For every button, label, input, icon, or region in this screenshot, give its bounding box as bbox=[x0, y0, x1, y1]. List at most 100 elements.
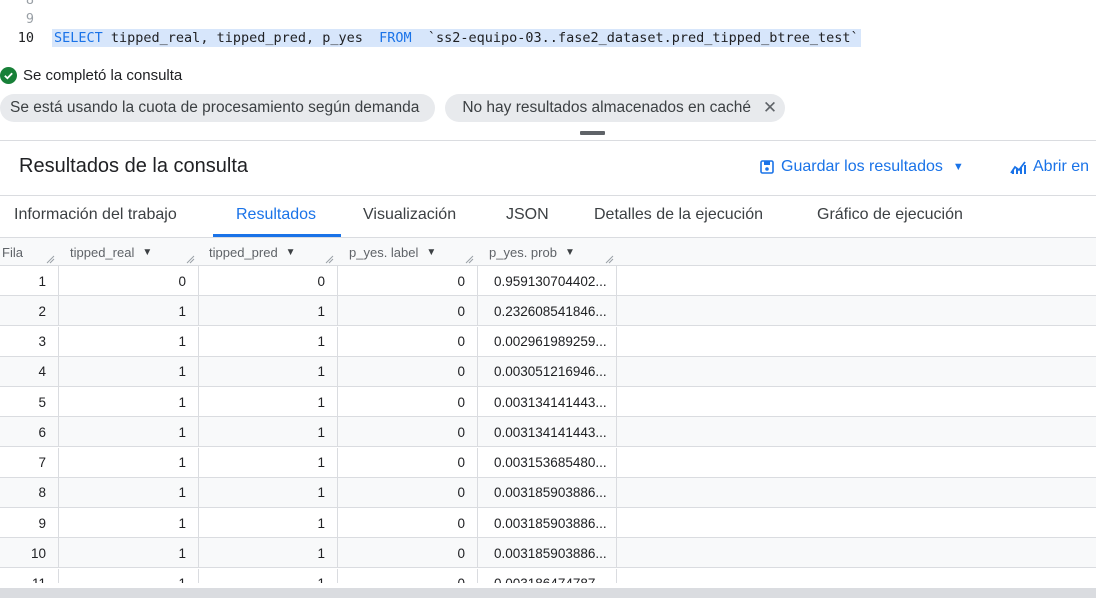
table-cell: 1 bbox=[58, 387, 198, 417]
table-cell: 0 bbox=[337, 568, 477, 583]
open-in-label: Abrir en bbox=[1033, 158, 1090, 175]
column-resize-icon[interactable] bbox=[465, 255, 474, 264]
tab-execution-details[interactable]: Detalles de la ejecución bbox=[594, 206, 763, 224]
column-header-row[interactable]: Fila bbox=[0, 238, 58, 266]
tab-results[interactable]: Resultados bbox=[236, 206, 316, 224]
sql-columns: tipped_real, tipped_pred, p_yes bbox=[102, 30, 380, 46]
table-cell: 1 bbox=[58, 356, 198, 387]
table-cell: 1 bbox=[58, 417, 198, 448]
table-cell: 0.003134141443... bbox=[477, 387, 617, 417]
quota-chip-label: Se está usando la cuota de procesamiento… bbox=[10, 99, 420, 116]
table-cell: 1 bbox=[58, 508, 198, 538]
tab-job-info[interactable]: Información del trabajo bbox=[14, 206, 177, 224]
table-row[interactable]: 111100.003186474787... bbox=[0, 568, 1096, 583]
table-cell: 3 bbox=[38, 334, 46, 349]
sql-query-text[interactable]: SELECT tipped_real, tipped_pred, p_yes F… bbox=[52, 29, 861, 47]
tab-visualization[interactable]: Visualización bbox=[363, 206, 456, 224]
column-resize-icon[interactable] bbox=[325, 255, 334, 264]
column-header-label: p_yes. label bbox=[349, 244, 419, 260]
column-header-label: tipped_real bbox=[70, 244, 135, 260]
sql-keyword: SELECT bbox=[54, 30, 103, 46]
table-cell: 1 bbox=[198, 447, 337, 478]
quota-chip: Se está usando la cuota de procesamiento… bbox=[0, 94, 436, 122]
sort-caret-icon[interactable]: ▼ bbox=[565, 247, 575, 258]
query-status: Se completó la consulta bbox=[0, 64, 182, 86]
table-cell: 4 bbox=[38, 364, 46, 380]
table-cell: 1 bbox=[198, 326, 337, 357]
table-cell: 0 bbox=[337, 356, 477, 387]
table-cell: 2 bbox=[38, 303, 46, 319]
info-chips: Se está usando la cuota de procesamiento… bbox=[0, 94, 785, 122]
bigquery-page: 8 9 10 SELECT tipped_real, tipped_pred, … bbox=[0, 0, 1096, 598]
table-header: Fila tipped_real ▼ tipped_pred ▼ p_yes. la… bbox=[0, 237, 1096, 266]
table-row[interactable]: 3 1 1 0 0.002961989259... bbox=[0, 326, 1096, 357]
table-cell: 1 bbox=[198, 356, 337, 387]
chevron-down-icon: ▼ bbox=[952, 161, 964, 173]
code-line-selected: 10 SELECT tipped_real, tipped_pred, p_ye… bbox=[0, 29, 1096, 47]
column-header-tipped-pred[interactable]: tipped_pred ▼ bbox=[198, 238, 337, 266]
column-resize-icon[interactable] bbox=[186, 255, 195, 264]
table-row[interactable]: 8 1 1 0 0.003185903886... bbox=[0, 477, 1096, 508]
table-row[interactable]: 1 0 0 0 0.959130704402... bbox=[0, 266, 1096, 297]
table-cell: 0.959130704402... bbox=[477, 266, 617, 296]
table-cell: 1 bbox=[198, 477, 337, 508]
line-number: 8 bbox=[25, 0, 34, 8]
sql-editor[interactable]: 8 9 10 SELECT tipped_real, tipped_pred, … bbox=[0, 0, 1096, 58]
table-row[interactable]: 2 1 1 0 0.232608541846... bbox=[0, 296, 1096, 327]
table-cell: 1 bbox=[198, 387, 337, 417]
column-header-p-yes-prob[interactable]: p_yes. prob ▼ bbox=[477, 238, 617, 266]
cache-chip: No hay resultados almacenados en caché ✕ bbox=[445, 94, 785, 122]
cache-chip-label: No hay resultados almacenados en caché bbox=[462, 99, 751, 116]
table-row[interactable]: 10 1 1 0 0.003185903886... bbox=[0, 538, 1096, 569]
sql-keyword: FROM bbox=[379, 30, 412, 46]
sql-table-ref: `ss2-equipo-03..fase2_dataset.pred_tippe… bbox=[411, 30, 859, 46]
horizontal-scrollbar[interactable] bbox=[0, 588, 1096, 598]
open-in-button[interactable]: Abrir en bbox=[1010, 158, 1089, 176]
save-results-button[interactable]: Guardar los resultados ▼ bbox=[759, 158, 964, 176]
table-cell: 0 bbox=[337, 417, 477, 448]
divider bbox=[0, 140, 1096, 141]
table-cell: 1 bbox=[58, 477, 198, 508]
table-row[interactable]: 6 1 1 0 0.003134141443... bbox=[0, 417, 1096, 448]
column-resize-icon[interactable] bbox=[46, 255, 55, 264]
table-cell: 0 bbox=[198, 266, 337, 296]
sort-caret-icon[interactable]: ▼ bbox=[142, 247, 152, 258]
code-line: 9 bbox=[0, 10, 1096, 28]
column-resize-icon[interactable] bbox=[605, 255, 614, 264]
resize-handle[interactable] bbox=[580, 131, 605, 135]
status-text: Se completó la consulta bbox=[23, 66, 183, 84]
table-cell: 0 bbox=[337, 266, 477, 296]
column-header-tipped-real[interactable]: tipped_real ▼ bbox=[58, 238, 198, 266]
column-header-label: tipped_pred bbox=[209, 244, 278, 260]
table-cell: 0.003185903886... bbox=[477, 477, 617, 508]
tab-execution-graph[interactable]: Gráfico de ejecución bbox=[817, 206, 963, 224]
table-cell: 1 bbox=[198, 538, 337, 569]
results-table: Fila tipped_real ▼ tipped_pred ▼ p_yes. la… bbox=[0, 237, 1096, 583]
table-row[interactable]: 7 1 1 0 0.003153685480... bbox=[0, 447, 1096, 478]
close-icon[interactable]: ✕ bbox=[761, 98, 779, 117]
table-cell: 1 bbox=[58, 326, 198, 357]
line-number: 10 bbox=[17, 30, 34, 46]
table-cell: 1 bbox=[198, 417, 337, 448]
table-cell: 0 bbox=[337, 538, 477, 569]
table-cell: 1 bbox=[58, 296, 198, 327]
code-line: 8 bbox=[0, 0, 1096, 9]
table-row[interactable]: 4 1 1 0 0.003051216946... bbox=[0, 356, 1096, 387]
table-cell: 1 bbox=[198, 568, 337, 583]
sort-caret-icon[interactable]: ▼ bbox=[426, 247, 436, 258]
divider bbox=[0, 195, 1096, 196]
table-cell: 5 bbox=[38, 394, 46, 410]
line-number: 9 bbox=[25, 11, 34, 27]
tab-json[interactable]: JSON bbox=[506, 206, 549, 224]
table-cell: 8 bbox=[38, 485, 46, 501]
table-row[interactable]: 9 1 1 0 0.003185903886... bbox=[0, 508, 1096, 539]
column-header-label: Fila bbox=[2, 244, 23, 260]
table-cell: 0 bbox=[337, 477, 477, 508]
table-cell: 0 bbox=[337, 326, 477, 357]
results-title: Resultados de la consulta bbox=[19, 155, 249, 177]
column-header-p-yes-label[interactable]: p_yes. label ▼ bbox=[337, 238, 477, 266]
table-cell: 0.003051216946... bbox=[477, 356, 617, 387]
table-row[interactable]: 5 1 1 0 0.003134141443... bbox=[0, 387, 1096, 418]
column-header-label: p_yes. prob bbox=[489, 244, 557, 260]
sort-caret-icon[interactable]: ▼ bbox=[286, 247, 296, 258]
